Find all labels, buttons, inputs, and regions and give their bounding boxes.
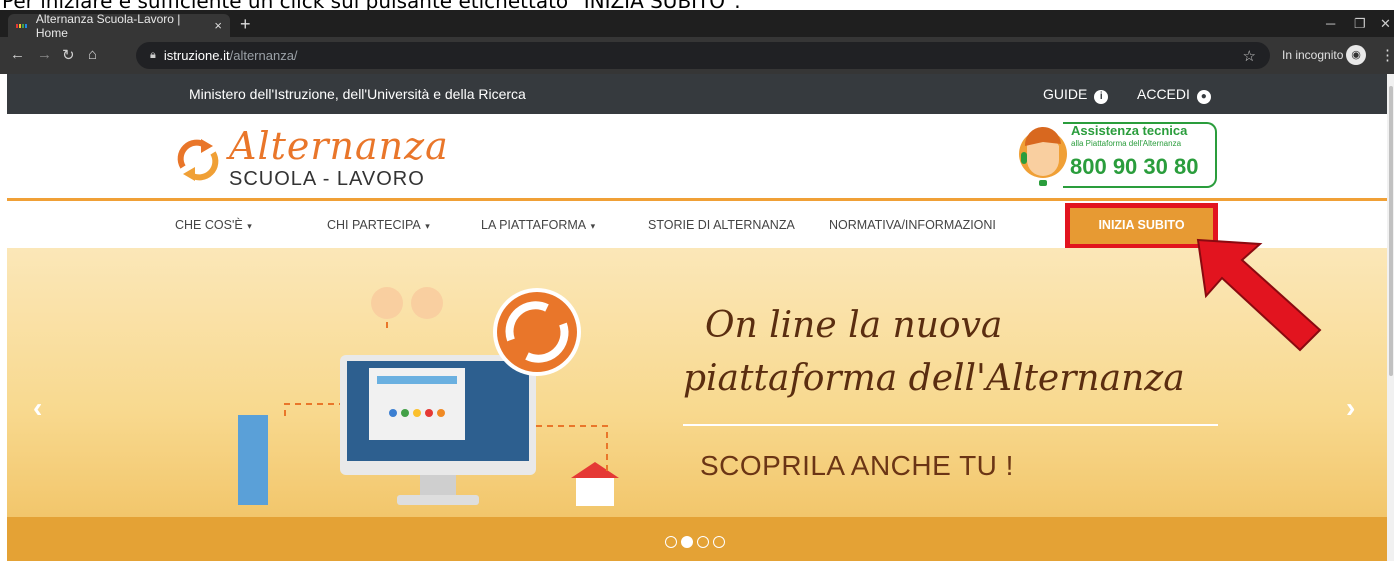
slider-prev-icon[interactable]: ‹ <box>33 392 42 424</box>
hero-title-line2: piattaforma dell'Alternanza <box>683 358 1185 399</box>
slide-dot-1[interactable] <box>665 536 677 548</box>
url-path: /alternanza/ <box>229 48 298 63</box>
nav-label: CHE COS'È <box>175 218 243 232</box>
nav-item-la-piattaforma[interactable]: LA PIATTAFORMA ▾ <box>481 218 595 232</box>
slider-dots <box>665 536 725 548</box>
nav-item-normativa[interactable]: NORMATIVA/INFORMAZIONI <box>829 218 996 232</box>
menu-kebab-icon[interactable]: ⋮ <box>1380 46 1394 64</box>
home-icon[interactable]: ⌂ <box>88 46 97 63</box>
login-label: ACCEDI <box>1137 86 1190 102</box>
assistance-title: Assistenza tecnica <box>1071 123 1188 138</box>
nav-label: LA PIATTAFORMA <box>481 218 587 232</box>
scrollbar-thumb[interactable] <box>1389 86 1393 376</box>
guide-label: GUIDE <box>1043 86 1088 102</box>
reload-icon[interactable]: ↻ <box>62 46 75 64</box>
favicon-icon <box>16 23 30 28</box>
nav-item-che-cose[interactable]: CHE COS'È ▾ <box>175 218 252 232</box>
site-header: Alternanza SCUOLA - LAVORO Assistenza te… <box>7 114 1387 198</box>
url-domain: istruzione.it <box>163 48 230 63</box>
logo-script-text[interactable]: Alternanza <box>229 124 449 168</box>
login-link[interactable]: ACCEDI ● <box>1137 86 1211 104</box>
tab-title: Alternanza Scuola-Lavoro | Home <box>35 11 181 40</box>
info-icon: i <box>1094 90 1109 104</box>
caption-text-strip: Per iniziare è sufficiente un click sul … <box>0 0 1394 10</box>
bookmark-star-icon[interactable]: ☆ <box>1243 47 1256 65</box>
caption: Per iniziare è sufficiente un click sul … <box>2 0 741 10</box>
tab-close-icon[interactable]: × <box>214 18 222 33</box>
maximize-icon[interactable]: ❐ <box>1354 16 1366 32</box>
guide-link[interactable]: GUIDE i <box>1043 86 1109 104</box>
nav-label: CHI PARTECIPA <box>327 218 421 232</box>
incognito-label: In incognito <box>1282 48 1344 62</box>
forward-icon[interactable]: → <box>37 46 52 63</box>
main-nav: CHE COS'È ▾ CHI PARTECIPA ▾ LA PIATTAFOR… <box>7 201 1387 249</box>
hero-subtitle[interactable]: SCOPRILA ANCHE TU ! <box>700 450 1014 482</box>
browser-tab[interactable]: Alternanza Scuola-Lavoro | Home × <box>8 11 230 40</box>
logo-subtitle: SCUOLA - LAVORO <box>229 168 425 190</box>
incognito-avatar-icon[interactable]: ◉ <box>1346 45 1366 65</box>
assistance-subtitle: alla Piattaforma dell'Alternanza <box>1071 139 1182 148</box>
alternanza-logo-icon[interactable] <box>175 137 221 183</box>
lock-icon: 🔒︎ <box>150 49 156 61</box>
assistance-phone[interactable]: 800 90 30 80 <box>1070 154 1198 180</box>
close-window-icon[interactable]: ✕ <box>1380 16 1391 32</box>
slider-next-icon[interactable]: › <box>1346 392 1355 424</box>
red-annotation-arrow <box>1196 238 1322 352</box>
browser-tab-bar: Alternanza Scuola-Lavoro | Home × + ─ ❐ … <box>0 10 1394 40</box>
browser-toolbar: ← → ↻ ⌂ 🔒︎ istruzione.it /alternanza/ ☆ … <box>0 37 1394 74</box>
user-icon: ● <box>1196 90 1211 104</box>
hero-divider <box>683 424 1218 426</box>
back-icon[interactable]: ← <box>10 46 25 63</box>
nav-item-storie[interactable]: STORIE DI ALTERNANZA <box>648 218 795 232</box>
caret-down-icon: ▾ <box>244 221 252 231</box>
nav-item-chi-partecipa[interactable]: CHI PARTECIPA ▾ <box>327 218 430 232</box>
new-tab-button[interactable]: + <box>240 14 251 35</box>
hero-title-line1: On line la nuova <box>705 305 1003 346</box>
slide-dot-4[interactable] <box>713 536 725 548</box>
minimize-icon[interactable]: ─ <box>1326 16 1335 31</box>
address-bar[interactable]: 🔒︎ istruzione.it /alternanza/ ☆ <box>136 42 1270 69</box>
caret-down-icon: ▾ <box>588 221 596 231</box>
ministry-link[interactable]: Ministero dell'Istruzione, dell'Universi… <box>189 86 526 102</box>
ministry-top-bar: Ministero dell'Istruzione, dell'Universi… <box>7 74 1387 114</box>
slide-dot-3[interactable] <box>697 536 709 548</box>
slide-dot-2[interactable] <box>681 536 693 548</box>
caret-down-icon: ▾ <box>422 221 430 231</box>
